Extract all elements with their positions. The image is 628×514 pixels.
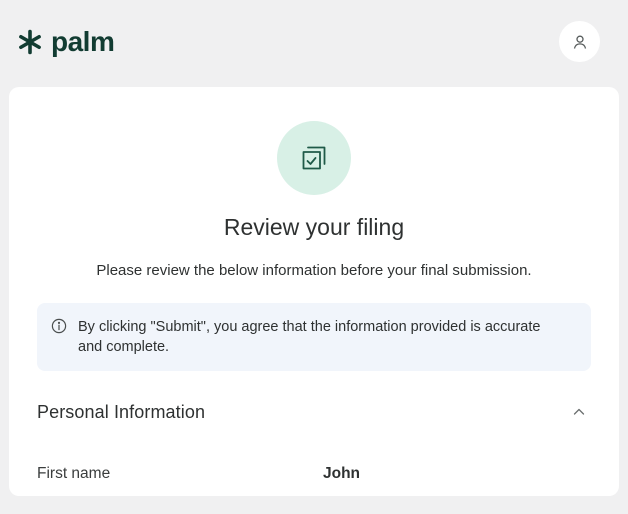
- review-hero-badge: [277, 121, 351, 195]
- chevron-up-icon: [573, 408, 585, 415]
- field-value-first-name: John: [323, 465, 361, 482]
- user-menu-button[interactable]: [559, 21, 600, 62]
- palm-logo[interactable]: palm: [17, 26, 115, 58]
- info-icon: [51, 318, 67, 334]
- brand-name: palm: [51, 26, 115, 57]
- user-icon: [573, 35, 586, 49]
- page-title: Review your filing: [223, 214, 405, 240]
- document-check-icon: [302, 146, 326, 170]
- palm-asterisk-icon: [19, 29, 41, 55]
- submission-notice: By clicking "Submit", you agree that the…: [37, 303, 591, 371]
- section-toggle-button[interactable]: [570, 403, 588, 421]
- notice-text: By clicking "Submit", you agree that the…: [78, 319, 541, 355]
- field-label-first-name: First name: [37, 465, 111, 482]
- section-title-personal-information[interactable]: Personal Information: [37, 402, 205, 423]
- top-bar: palm: [0, 0, 628, 86]
- review-card: Review your filing Please review the bel…: [9, 87, 619, 496]
- page-subtitle: Please review the below information befo…: [96, 262, 532, 279]
